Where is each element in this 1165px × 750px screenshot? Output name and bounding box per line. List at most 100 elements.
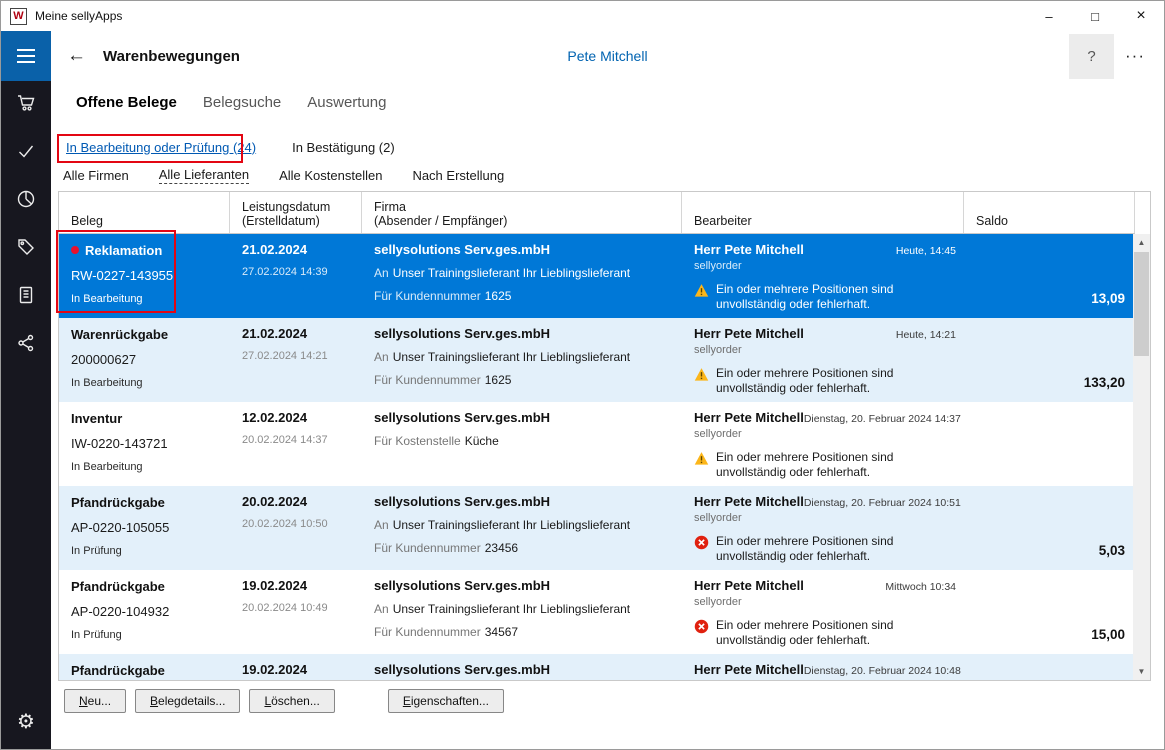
app-window: W Meine sellyApps – □ × ⚙ [0,0,1165,750]
error-icon [694,534,709,565]
saldo-value: 15,00 [1091,627,1125,642]
saldo-value: 13,09 [1091,291,1125,306]
company-name: sellysolutions Serv.ges.mbH [374,410,674,425]
menu-button[interactable] [1,31,51,81]
doc-type: Warenrückgabe [71,327,168,342]
user-account-link[interactable]: Pete Mitchell [51,48,1164,64]
scrollbar-thumb[interactable] [1134,252,1149,356]
doc-status: In Prüfung [71,629,222,641]
column-header-beleg: Beleg [59,192,230,233]
validation-message: Ein oder mehrere Positionen sind unvolls… [716,618,944,649]
doc-type: Reklamation [85,243,162,258]
check-icon [16,141,36,166]
unread-dot-icon [71,246,79,254]
company-name: sellysolutions Serv.ges.mbH [374,662,674,677]
tab-offene-belege[interactable]: Offene Belege [76,94,177,111]
column-header-bearbeiter: Bearbeiter [682,192,964,233]
service-date: 21.02.2024 [242,242,354,257]
validation-message: Ein oder mehrere Positionen sind unvolls… [716,366,944,397]
action-bar: Neu... Belegdetails... Löschen... Eigens… [51,689,1164,713]
column-header-saldo: Saldo [964,192,1135,233]
scope-filter-row: Alle Firmen Alle Lieferanten Alle Kosten… [51,165,1164,185]
doc-status: In Bearbeitung [71,461,222,473]
table-header: Beleg Leistungsdatum(Erstelldatum) Firma… [59,192,1135,234]
table-row[interactable]: Warenrückgabe 200000627 In Bearbeitung 2… [59,318,1135,402]
table-row[interactable]: Inventur IW-0220-143721 In Bearbeitung 1… [59,402,1135,486]
edit-time: Dienstag, 20. Februar 2024 14:37 [804,413,961,425]
table-body: Reklamation RW-0227-143955 In Bearbeitun… [59,234,1135,680]
validation-message: Ein oder mehrere Positionen sind unvolls… [716,534,944,565]
created-date: 27.02.2024 14:21 [242,350,354,362]
cart-icon [16,93,36,118]
edit-time: Dienstag, 20. Februar 2024 10:51 [804,497,961,509]
editor-name: Herr Pete Mitchell [694,410,804,425]
app-logo-icon: W [10,8,27,25]
sidebar-item-reports[interactable] [1,177,51,225]
service-date: 12.02.2024 [242,410,354,425]
editor-name: Herr Pete Mitchell [694,578,804,593]
sidebar-item-network[interactable] [1,321,51,369]
filter-in-bestaetigung[interactable]: In Bestätigung (2) [292,140,395,155]
settings-button[interactable]: ⚙ [1,697,51,745]
tag-icon [16,237,36,262]
doc-status: In Bearbeitung [71,293,222,305]
validation-message: Ein oder mehrere Positionen sind unvolls… [716,282,944,313]
service-date: 19.02.2024 [242,578,354,593]
source-app: sellyorder [694,428,956,440]
source-app: sellyorder [694,512,956,524]
share-icon [16,333,36,358]
window-controls: – □ × [1026,1,1164,31]
close-button[interactable]: × [1118,1,1164,31]
doc-status: In Prüfung [71,545,222,557]
filter-alle-firmen[interactable]: Alle Firmen [63,168,129,183]
tab-belegsuche[interactable]: Belegsuche [203,94,281,111]
filter-nach-erstellung[interactable]: Nach Erstellung [412,168,504,183]
filter-alle-lieferanten[interactable]: Alle Lieferanten [159,167,249,184]
editor-name: Herr Pete Mitchell [694,326,804,341]
table-row[interactable]: Pfandrückgabe AP-0220-104932 In Prüfung … [59,570,1135,654]
company-name: sellysolutions Serv.ges.mbH [374,494,674,509]
book-icon [16,285,36,310]
column-header-leistungsdatum: Leistungsdatum(Erstelldatum) [230,192,362,233]
pie-chart-icon [16,189,36,214]
titlebar: W Meine sellyApps – □ × [1,1,1164,31]
scroll-up-icon[interactable]: ▲ [1133,234,1150,251]
doc-number: 200000627 [71,352,222,367]
error-icon [694,618,709,649]
warning-icon [694,450,709,481]
table-row[interactable]: Pfandrückgabe 19.02.2024 sellysolutions … [59,654,1135,680]
filter-in-bearbeitung[interactable]: In Bearbeitung oder Prüfung (24) [66,140,256,155]
service-date: 19.02.2024 [242,662,354,677]
column-header-firma: Firma(Absender / Empfänger) [362,192,682,233]
editor-name: Herr Pete Mitchell [694,242,804,257]
vertical-scrollbar[interactable]: ▲ ▼ [1133,234,1150,680]
delete-button[interactable]: Löschen... [249,689,334,713]
new-button[interactable]: Neu... [64,689,126,713]
gear-icon: ⚙ [17,709,35,734]
hamburger-icon [17,49,35,51]
properties-button[interactable]: Eigenschaften... [388,689,504,713]
document-details-button[interactable]: Belegdetails... [135,689,240,713]
minimize-button[interactable]: – [1026,1,1072,31]
table-row[interactable]: Pfandrückgabe AP-0220-105055 In Prüfung … [59,486,1135,570]
created-date: 20.02.2024 10:49 [242,602,354,614]
doc-type: Pfandrückgabe [71,579,165,594]
documents-table: Beleg Leistungsdatum(Erstelldatum) Firma… [58,191,1151,681]
scroll-down-icon[interactable]: ▼ [1133,663,1150,680]
doc-type: Pfandrückgabe [71,663,165,678]
doc-type: Inventur [71,411,122,426]
doc-number: AP-0220-104932 [71,604,222,619]
warning-icon [694,366,709,397]
more-options-button[interactable]: ··· [1114,34,1156,79]
sidebar: ⚙ [1,31,51,749]
tab-auswertung[interactable]: Auswertung [307,94,386,111]
sidebar-item-goods-movements[interactable] [1,129,51,177]
sidebar-item-prices[interactable] [1,225,51,273]
sidebar-item-journal[interactable] [1,273,51,321]
table-row[interactable]: Reklamation RW-0227-143955 In Bearbeitun… [59,234,1135,318]
maximize-button[interactable]: □ [1072,1,1118,31]
edit-time: Mittwoch 10:34 [885,581,956,593]
sidebar-item-orders[interactable] [1,81,51,129]
filter-alle-kostenstellen[interactable]: Alle Kostenstellen [279,168,382,183]
help-button[interactable]: ? [1069,34,1114,79]
